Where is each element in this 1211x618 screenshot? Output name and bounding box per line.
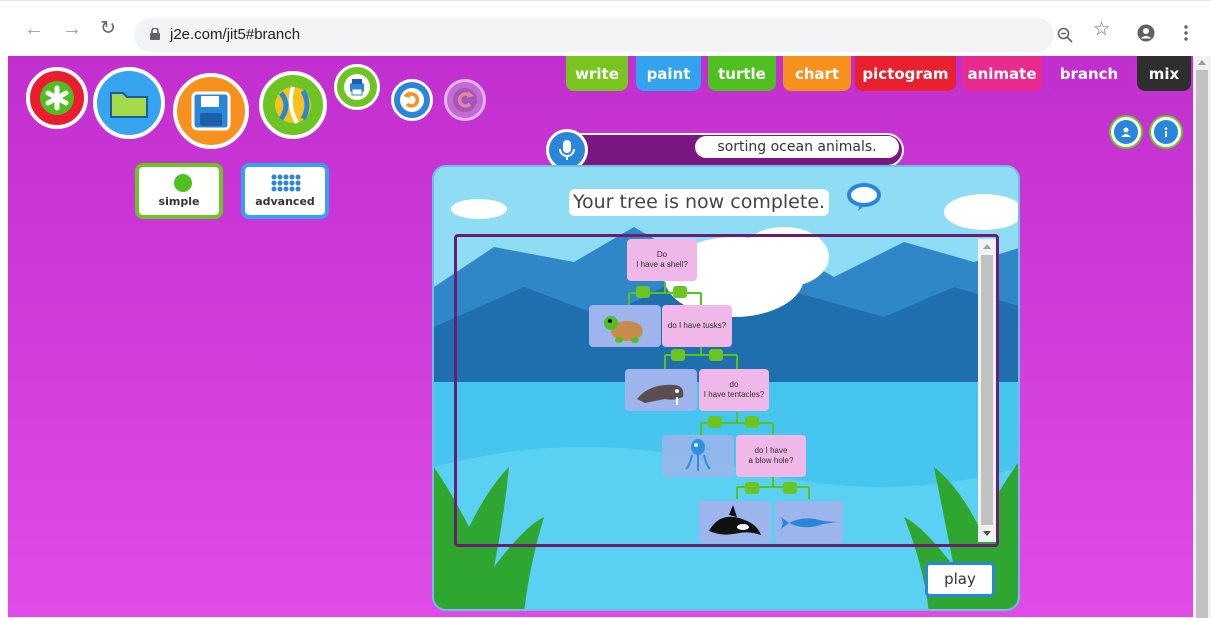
info-button[interactable]	[1151, 117, 1181, 147]
save-button[interactable]	[173, 73, 249, 149]
question-node-tentacles[interactable]: do I have tentacles?	[699, 369, 769, 411]
print-button[interactable]	[334, 64, 380, 110]
thumbs-down-icon	[745, 416, 759, 428]
tree-scrollbar-thumb[interactable]	[981, 255, 993, 525]
message-bubble: Your tree is now complete.	[569, 189, 829, 216]
walrus-icon	[637, 384, 684, 405]
tab-branch[interactable]: branch	[1049, 56, 1129, 91]
info-icon	[1164, 127, 1168, 137]
page-scrollbar[interactable]	[1193, 56, 1211, 618]
globe-icon	[275, 86, 311, 124]
answer-node-turtle[interactable]	[589, 305, 661, 347]
lock-icon	[150, 28, 160, 40]
page-scrollbar-thumb[interactable]	[1196, 70, 1208, 618]
open-button[interactable]	[93, 67, 165, 139]
thumbs-up-icon	[671, 349, 685, 361]
j2e-app: write paint turtle chart pictogram anima…	[8, 56, 1193, 617]
tab-chart[interactable]: chart	[783, 56, 851, 91]
scroll-up-icon[interactable]	[1198, 60, 1206, 65]
scroll-down-icon[interactable]	[983, 531, 991, 536]
advanced-mode-button[interactable]: advanced	[241, 163, 329, 219]
tab-mix[interactable]: mix	[1137, 56, 1191, 91]
tab-animate[interactable]: animate	[962, 56, 1042, 91]
question-text-line: I have tentacles?	[703, 390, 765, 399]
question-node-shell[interactable]: Do I have a shell?	[627, 239, 697, 281]
question-text-line: do I have tusks?	[667, 321, 727, 330]
tab-turtle[interactable]: turtle	[708, 56, 776, 91]
turtle-icon	[604, 316, 643, 343]
account-icon[interactable]	[1137, 24, 1155, 42]
question-text-line: do	[729, 380, 739, 389]
question-text-line: a blow hole?	[748, 456, 794, 465]
reload-icon[interactable]: ↻	[100, 19, 116, 39]
microphone-icon	[559, 140, 575, 160]
orca-icon	[709, 505, 761, 535]
speech-bubble-icon[interactable]	[846, 182, 882, 212]
forward-arrow-icon[interactable]: →	[62, 19, 82, 39]
browser-toolbar: ← → ↻ j2e.com/jit5#branch ☆	[0, 0, 1211, 56]
redo-arrow-icon	[453, 88, 477, 112]
tab-paint[interactable]: paint	[636, 56, 701, 91]
thumbs-up-icon	[708, 416, 722, 428]
redo-button[interactable]	[444, 79, 486, 121]
zoom-icon[interactable]	[1057, 27, 1073, 43]
question-text-line: I have a shell?	[636, 260, 688, 269]
question-text-line: Do	[656, 250, 668, 259]
simple-mode-button[interactable]: simple	[135, 163, 223, 219]
question-node-tusks[interactable]: do I have tusks?	[662, 305, 732, 347]
advanced-label: advanced	[255, 195, 315, 208]
new-button[interactable]	[26, 67, 88, 129]
thumbs-down-icon	[673, 286, 687, 298]
undo-button[interactable]	[391, 79, 433, 121]
octopus-icon	[685, 439, 711, 471]
play-button[interactable]: play	[925, 562, 995, 597]
back-arrow-icon[interactable]: ←	[24, 19, 44, 39]
title-input[interactable]: sorting ocean animals.	[695, 136, 899, 158]
answer-node-orca[interactable]	[699, 501, 771, 543]
user-button[interactable]	[1111, 117, 1141, 147]
undo-arrow-icon	[400, 88, 424, 112]
scroll-up-icon[interactable]	[983, 244, 991, 249]
tree-scrollbar[interactable]	[978, 239, 996, 542]
share-button[interactable]	[259, 71, 327, 139]
answer-node-octopus[interactable]	[662, 435, 734, 477]
address-bar[interactable]: j2e.com/jit5#branch	[134, 18, 1054, 52]
swordfish-icon	[781, 517, 837, 529]
branch-tree-canvas[interactable]: Do I have a shell? do I have tusks? do I…	[454, 234, 999, 547]
question-text-line: do I have	[754, 446, 788, 455]
asterisk-icon	[40, 81, 74, 115]
url-text: j2e.com/jit5#branch	[170, 26, 301, 43]
thumbs-down-icon	[783, 482, 797, 494]
dot-icon	[174, 174, 192, 192]
printer-icon	[344, 74, 370, 100]
user-icon	[1121, 127, 1131, 137]
menu-dots-icon[interactable]	[1184, 25, 1188, 41]
simple-label: simple	[158, 195, 200, 208]
answer-node-walrus[interactable]	[625, 369, 697, 411]
tab-pictogram[interactable]: pictogram	[855, 56, 956, 91]
question-node-blow-hole[interactable]: do I have a blow hole?	[736, 435, 806, 477]
thumbs-up-icon	[636, 286, 650, 298]
grid-dots-icon	[271, 174, 301, 192]
folder-icon	[110, 92, 148, 118]
floppy-disk-icon	[191, 91, 231, 131]
thumbs-down-icon	[709, 349, 723, 361]
star-icon[interactable]: ☆	[1093, 20, 1110, 39]
answer-node-swordfish[interactable]	[775, 501, 843, 543]
thumbs-up-icon	[745, 482, 759, 494]
tab-write[interactable]: write	[566, 56, 628, 91]
